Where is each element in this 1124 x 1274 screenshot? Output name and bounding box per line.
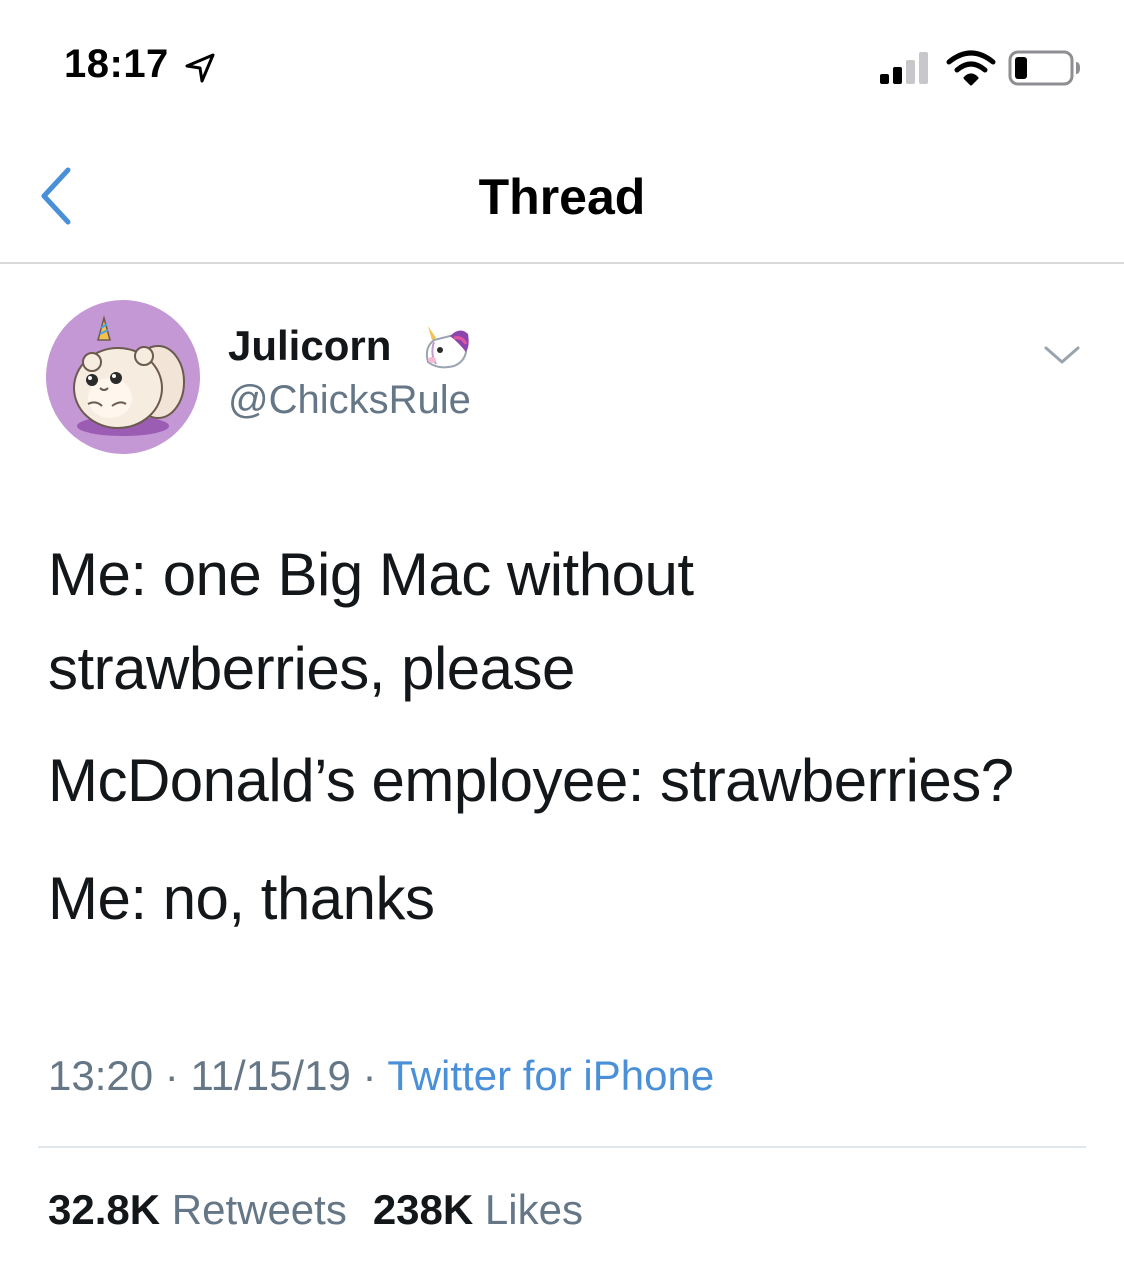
author-handle[interactable]: @ChicksRule <box>228 378 471 423</box>
retweets-stat[interactable]: 32.8K Retweets <box>48 1186 347 1234</box>
likes-stat[interactable]: 238K Likes <box>373 1186 583 1234</box>
tweet-line: Me: no, thanks <box>48 865 435 932</box>
meta-separator: · <box>350 1052 388 1099</box>
tweet-line: McDonald’s employee: strawberries? <box>48 747 1014 814</box>
page-title: Thread <box>478 169 646 225</box>
tweet-date: 11/15/19 <box>190 1052 351 1099</box>
battery-icon <box>1008 50 1080 86</box>
tweet-time: 13:20 <box>48 1052 154 1099</box>
retweets-label: Retweets <box>171 1186 347 1233</box>
unicorn-icon <box>425 326 469 369</box>
tweet-text: Me: one Big Mac without strawberries, pl… <box>48 528 1088 946</box>
avatar[interactable] <box>46 300 200 454</box>
location-arrow-icon <box>185 53 215 83</box>
chevron-down-icon[interactable] <box>1040 340 1084 370</box>
status-bar: 18:17 <box>0 0 1124 130</box>
nav-bar: Thread <box>0 130 1124 264</box>
status-time: 18:17 <box>64 42 169 86</box>
divider <box>38 1146 1086 1148</box>
wifi-icon <box>946 50 996 86</box>
cellular-signal-icon <box>880 52 928 84</box>
tweet-meta: 13:20 · 11/15/19 · Twitter for iPhone <box>48 1052 714 1100</box>
author-display-name[interactable]: Julicorn <box>228 322 391 370</box>
likes-count: 238K <box>372 1186 474 1233</box>
tweet-line: strawberries, please <box>48 635 575 702</box>
meta-separator: · <box>153 1052 191 1099</box>
hamster-unicorn-avatar-icon <box>73 315 185 436</box>
retweets-count: 32.8K <box>48 1186 161 1233</box>
likes-label: Likes <box>484 1186 583 1233</box>
tweet-stats: 32.8K Retweets 238K Likes <box>48 1186 583 1234</box>
tweet-source-link[interactable]: Twitter for iPhone <box>387 1052 714 1099</box>
tweet-line: Me: one Big Mac without <box>48 541 694 608</box>
